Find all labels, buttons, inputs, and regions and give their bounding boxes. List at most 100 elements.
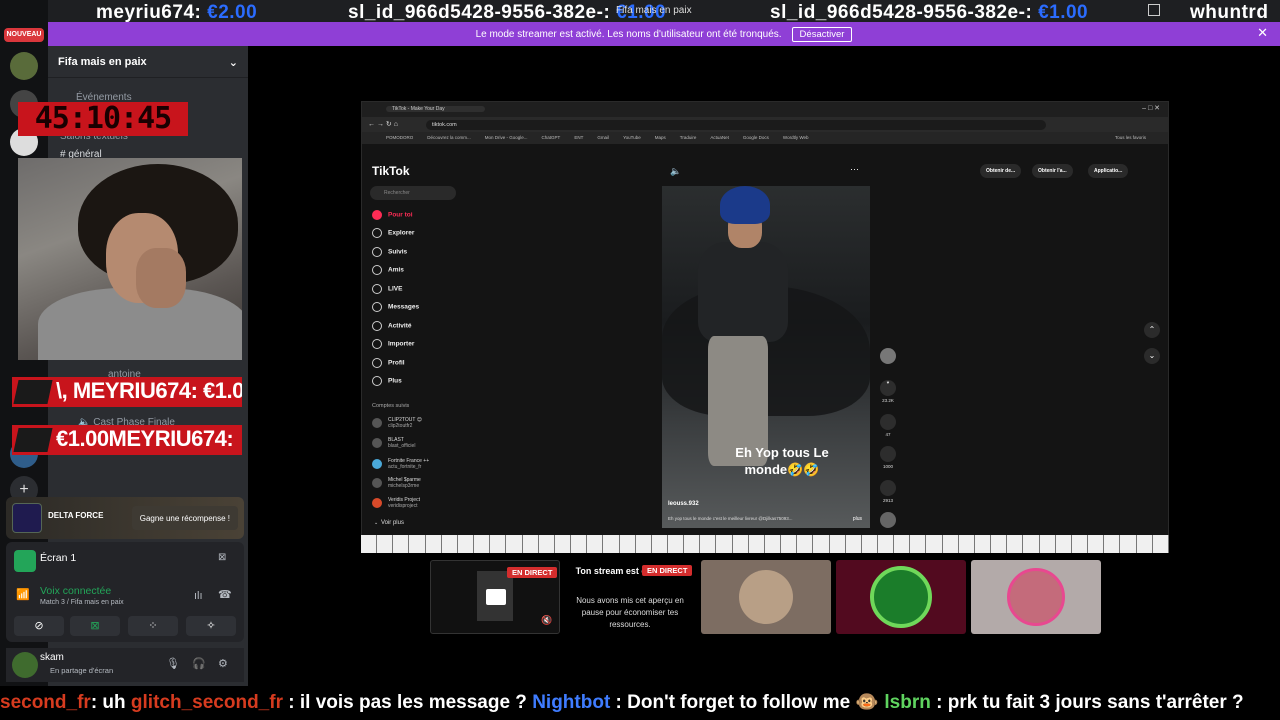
participant-tile[interactable] [971, 560, 1101, 634]
video-player[interactable]: Eh Yop tous Le monde🤣🤣 leouss.932 Eh yop… [662, 186, 870, 528]
chevron-down-icon: ⌄ [228, 57, 238, 69]
followed-accounts-title: Comptes suivis [372, 403, 410, 409]
chat-ticker: second_fr: uh glitch_second_fr : il vois… [0, 686, 1280, 720]
window-title: Fifa mais en paix [616, 5, 692, 16]
live-badge: EN DIRECT [642, 565, 693, 576]
chat-message: : il vois pas les message ? [282, 692, 533, 713]
nav-activity[interactable]: Activité [372, 321, 411, 331]
video-caption: Eh Yop tous Le monde🤣🤣 [735, 445, 829, 477]
window-controls[interactable]: – □ ✕ [1142, 104, 1160, 112]
comment-icon[interactable]: 47 [880, 414, 896, 437]
followed-account[interactable]: CLIP2TOUT 😊 clip2toutfr2 [372, 417, 422, 429]
delta-force-card: DELTA FORCE Gagne une récompense ! [6, 497, 244, 539]
followed-account[interactable]: Veridis Project veridisproject [372, 497, 420, 509]
avatar[interactable] [12, 652, 38, 678]
chat-username: Nightbot [532, 692, 611, 713]
user-panel: skam En partage d'écran 🎙 🎧 ⚙ [6, 648, 244, 682]
disable-streamer-mode-button[interactable]: Désactiver [791, 26, 853, 42]
chat-message: : prk tu fait 3 jours sans t'arrêter ? [930, 692, 1244, 713]
avatar [870, 566, 932, 628]
chat-message: : Don't forget to follow me 🐵 [610, 692, 885, 713]
application-button[interactable]: Applicatio... [1088, 164, 1129, 178]
screen-share-icon [14, 550, 36, 572]
browser-tab[interactable]: TikTok - Make Your Day [386, 106, 485, 112]
signal-icon: 📶 [16, 589, 30, 601]
donation-entry: meyriu674: €2.00 [96, 2, 258, 23]
popout-icon[interactable]: ⊠ [218, 552, 226, 563]
see-more-link[interactable]: ⌄ Voir plus [374, 520, 404, 526]
soundboard-button-icon[interactable]: ✧ [186, 616, 236, 636]
window-minimize-icon[interactable] [1148, 4, 1160, 16]
followed-account[interactable]: Michel $parme michelsp3rme [372, 477, 421, 489]
close-icon[interactable]: ✕ [1257, 25, 1268, 41]
share-icon[interactable]: 2913 [880, 480, 896, 503]
donation-strip: €1.00MEYRIU674: [12, 425, 242, 455]
server-icon[interactable] [10, 52, 38, 80]
volume-icon[interactable]: 🔈 [670, 166, 681, 177]
music-disc-icon[interactable] [880, 512, 896, 530]
microphone-icon[interactable]: 🎙 [166, 657, 180, 670]
browser-toolbar: ← → ↻ ⌂ tiktok.com [362, 117, 1168, 132]
new-badge: NOUVEAU [4, 28, 44, 42]
chat-message: : uh [90, 692, 131, 713]
donation-entry: whuntrd [1190, 2, 1269, 23]
more-link[interactable]: plus [853, 516, 862, 522]
stream-timer: 45:10:45 [18, 102, 188, 136]
author-avatar[interactable] [880, 348, 896, 366]
nav-messages[interactable]: Messages [372, 302, 419, 312]
username: skam [40, 652, 64, 663]
bookmark-icon[interactable]: 1000 [880, 446, 896, 469]
nav-explore[interactable]: Explorer [372, 228, 414, 238]
avatar [739, 570, 793, 624]
server-header[interactable]: Fifa mais en paix ⌄ [48, 46, 248, 78]
participant-tile[interactable] [701, 560, 831, 634]
chat-username: second_fr [0, 692, 91, 713]
user-status: En partage d'écran [50, 666, 114, 675]
banner-text: Le mode streamer est activé. Les noms d'… [475, 28, 782, 40]
voice-channel-name[interactable]: Match 3 / Fifa mais en paix [40, 599, 124, 606]
stop-screen-share-icon[interactable]: ⊠ [70, 616, 120, 636]
nav-upload[interactable]: Importer [372, 339, 414, 349]
nav-more[interactable]: Plus [372, 376, 402, 386]
tiktok-search-input[interactable]: Rechercher [370, 186, 456, 200]
nav-for-you[interactable]: Pour toi [372, 210, 413, 220]
address-bar[interactable]: tiktok.com [426, 120, 1046, 130]
delta-force-name: DELTA FORCE [48, 511, 104, 520]
like-icon[interactable]: ♥ 23.2K [880, 380, 896, 403]
taskbar-strip [361, 535, 1169, 553]
mute-icon[interactable]: 🔇 [541, 615, 552, 626]
webcam-feed [18, 158, 242, 360]
live-badge: EN DIRECT [507, 567, 558, 578]
browser-tab-bar: TikTok - Make Your Day – □ ✕ [362, 102, 1168, 117]
donation-strip: \, MEYRIU674: €1.00 [12, 377, 242, 407]
nav-back-icon[interactable]: ← → ↻ ⌂ [368, 120, 398, 128]
stream-preview-thumbnail[interactable]: EN DIRECT 🔇 [430, 560, 560, 634]
shared-screen-browser: TikTok - Make Your Day – □ ✕ ← → ↻ ⌂ tik… [361, 101, 1169, 553]
followed-account[interactable]: Fortnite France ++ actu_fortnite_fr [372, 458, 429, 470]
tiktok-logo[interactable]: TikTok [372, 164, 410, 178]
streamer-mode-banner: Le mode streamer est activé. Les noms d'… [48, 22, 1280, 46]
disconnect-icon[interactable]: ☎ [218, 588, 232, 601]
activities-icon[interactable]: ⁘ [128, 616, 178, 636]
server-name: Fifa mais en paix [58, 56, 147, 68]
nav-following[interactable]: Suivis [372, 247, 407, 257]
participant-tile[interactable] [836, 560, 966, 634]
followed-account[interactable]: BLAST blast_officiel [372, 437, 415, 449]
get-coins-button[interactable]: Obtenir de... [980, 164, 1022, 178]
next-video-icon[interactable]: ⌄ [1144, 348, 1160, 364]
delta-force-logo [12, 503, 42, 533]
nav-live[interactable]: LIVE [372, 284, 402, 294]
nav-profile[interactable]: Profil [372, 358, 405, 368]
more-options-icon[interactable]: ··· [850, 164, 859, 174]
get-app-button[interactable]: Obtenir l'a... [1032, 164, 1073, 178]
screen-label: Écran 1 [40, 552, 77, 564]
settings-gear-icon[interactable]: ⚙ [218, 657, 228, 670]
soundboard-icon[interactable]: ılı [194, 590, 203, 602]
camera-off-icon[interactable]: ⊘ [14, 616, 64, 636]
nav-friends[interactable]: Amis [372, 265, 404, 275]
bookmarks-bar: POMODORO Découvrez la comm... Mon Drive - … [362, 132, 1168, 144]
claim-reward-button[interactable]: Gagne une récompense ! [131, 506, 238, 530]
headphones-icon[interactable]: 🎧 [192, 657, 206, 670]
previous-video-icon[interactable]: ⌃ [1144, 322, 1160, 338]
video-author[interactable]: leouss.932 [668, 501, 699, 507]
